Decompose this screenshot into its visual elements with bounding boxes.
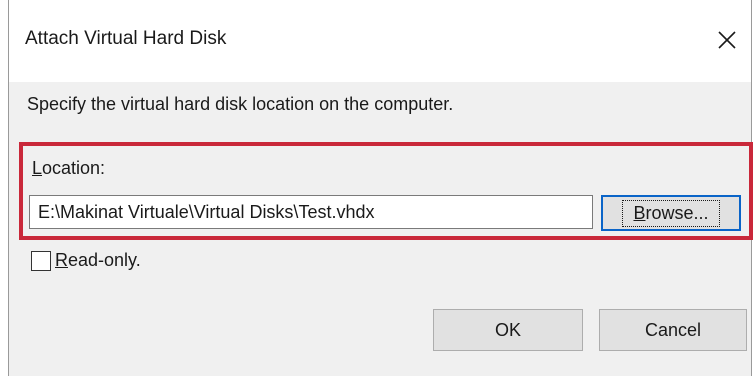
location-label: Location: — [32, 158, 105, 179]
ok-button[interactable]: OK — [433, 309, 583, 351]
browse-access-key: B — [633, 202, 646, 223]
read-only-label-text: ead-only. — [68, 250, 141, 270]
browse-button-label: rowse... — [645, 202, 709, 223]
cancel-button-label: Cancel — [644, 319, 702, 340]
read-only-option[interactable]: Read-only. — [31, 250, 141, 271]
location-label-text: ocation: — [42, 158, 106, 178]
browse-button-focus-rect: Browse... — [622, 199, 720, 227]
title-bar: Attach Virtual Hard Disk — [9, 0, 751, 82]
ok-button-label: OK — [494, 319, 521, 340]
instruction-text: Specify the virtual hard disk location o… — [27, 94, 454, 114]
browse-button[interactable]: Browse... — [601, 195, 741, 231]
close-icon — [717, 30, 737, 50]
dialog-content: Specify the virtual hard disk location o… — [9, 82, 753, 376]
read-only-checkbox[interactable] — [31, 250, 51, 271]
cancel-button[interactable]: Cancel — [599, 309, 747, 351]
read-only-access-key: R — [55, 250, 68, 270]
close-button[interactable] — [703, 16, 751, 64]
dialog-title: Attach Virtual Hard Disk — [25, 28, 227, 49]
attach-vhd-dialog: Attach Virtual Hard Disk Specify the vir… — [8, 0, 753, 376]
location-input[interactable] — [29, 195, 593, 229]
location-label-access-key: L — [32, 158, 43, 178]
read-only-label: Read-only. — [55, 250, 141, 271]
